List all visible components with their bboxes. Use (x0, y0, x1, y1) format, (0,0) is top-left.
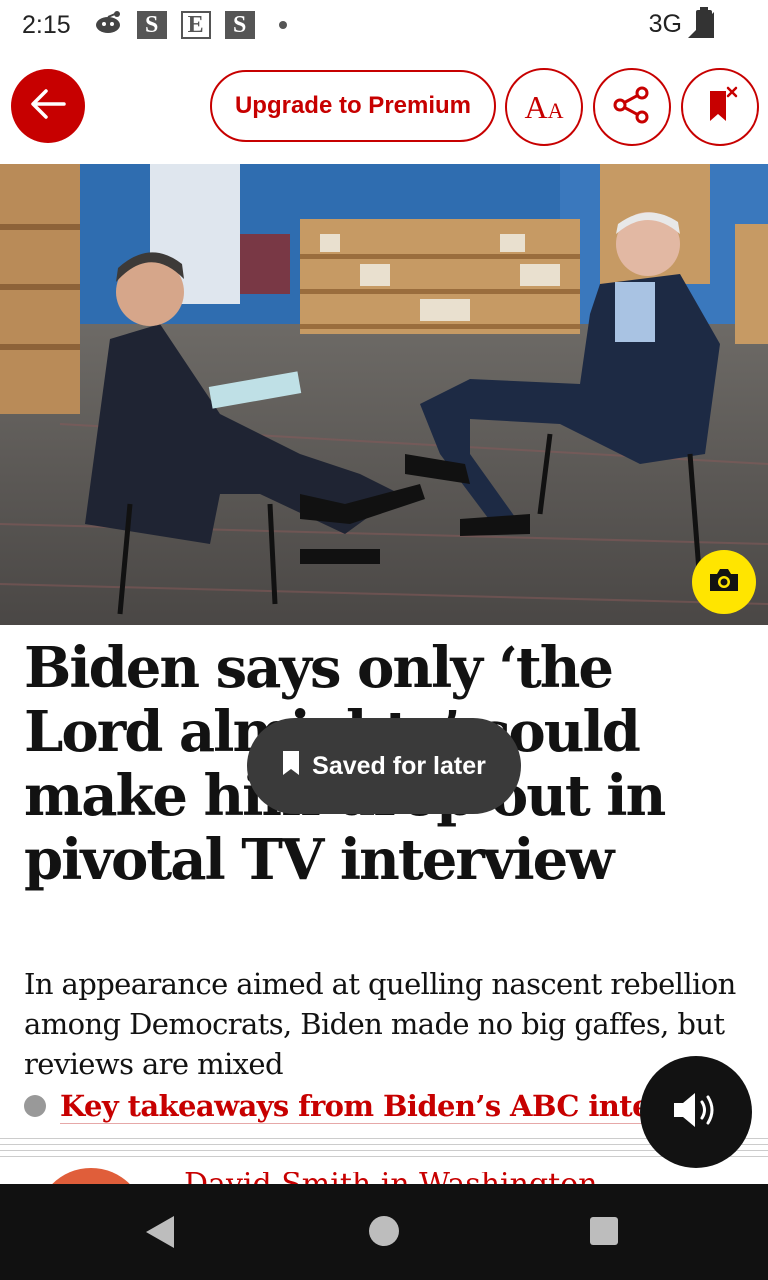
text-size-button[interactable]: AA (505, 68, 583, 146)
article-toolbar: Upgrade to Premium AA (0, 50, 768, 164)
e-badge-icon: E (180, 11, 211, 39)
reddit-icon (93, 9, 123, 42)
save-for-later-button[interactable] (681, 68, 759, 146)
saved-toast: Saved for later (247, 718, 521, 814)
byline[interactable]: David Smith in Washington (184, 1172, 598, 1184)
status-time: 2:15 (22, 10, 71, 39)
status-bar: 2:15 S E S 3G (0, 0, 768, 50)
hero-illustration (0, 164, 768, 625)
divider-line-4 (0, 1156, 768, 1157)
upgrade-premium-button[interactable]: Upgrade to Premium (210, 70, 496, 142)
battery-icon (696, 7, 712, 38)
divider-line-3 (0, 1150, 768, 1151)
text-size-icon: AA (525, 89, 564, 126)
article-standfirst: In appearance aimed at quelling nascent … (24, 967, 736, 1081)
related-link-row[interactable]: Key takeaways from Biden’s ABC interview (24, 1084, 664, 1128)
speaker-icon (670, 1088, 722, 1136)
recents-square-icon[interactable] (590, 1217, 618, 1245)
text-size-small-a: A (547, 97, 564, 123)
status-left: 2:15 S E S (22, 9, 287, 42)
toast-label: Saved for later (312, 751, 486, 780)
bookmark-remove-icon (698, 83, 742, 131)
text-size-big-a: A (524, 88, 548, 125)
home-circle-icon[interactable] (369, 1216, 399, 1246)
bullet-dot-icon (24, 1095, 46, 1117)
hero-image[interactable] (0, 164, 768, 625)
camera-icon (707, 566, 741, 598)
s-badge-icon: S (136, 11, 167, 39)
bookmark-icon (282, 750, 300, 783)
dot-icon (278, 21, 287, 29)
back-button[interactable] (11, 69, 85, 143)
photo-caption-button[interactable] (692, 550, 756, 614)
share-icon (610, 83, 654, 131)
listen-button[interactable] (640, 1056, 752, 1168)
system-nav-bar (0, 1184, 768, 1280)
related-link[interactable]: Key takeaways from Biden’s ABC interview (60, 1089, 664, 1124)
back-triangle-icon[interactable] (146, 1216, 174, 1248)
network-type: 3G (648, 10, 682, 38)
s-badge-icon-2: S (224, 11, 255, 39)
arrow-left-icon (28, 84, 68, 128)
share-button[interactable] (593, 68, 671, 146)
